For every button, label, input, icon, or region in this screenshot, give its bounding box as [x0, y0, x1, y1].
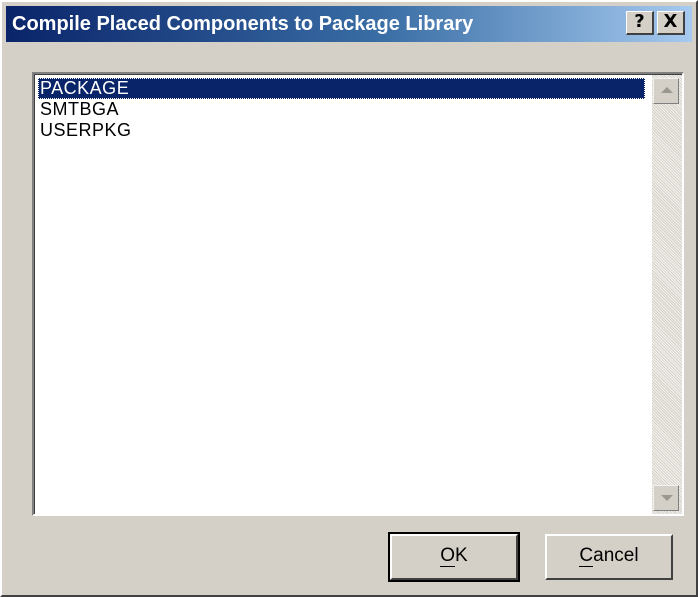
list-item-smtbga[interactable]: SMTBGA	[38, 99, 645, 120]
help-icon: ?	[634, 11, 645, 32]
cancel-button[interactable]: Cancel	[545, 534, 673, 580]
list-item-userpkg[interactable]: USERPKG	[38, 120, 645, 141]
list-items: PACKAGE SMTBGA USERPKG	[38, 78, 645, 141]
dialog-window: Compile Placed Components to Package Lib…	[0, 0, 698, 597]
arrow-up-icon	[661, 87, 673, 93]
title-bar[interactable]: Compile Placed Components to Package Lib…	[6, 6, 692, 42]
ok-label-rest: K	[455, 545, 468, 566]
cancel-mnemonic: C	[579, 545, 594, 567]
ok-button[interactable]: OK	[388, 532, 520, 582]
cancel-label-rest: ancel	[593, 545, 639, 566]
help-button[interactable]: ?	[626, 11, 654, 35]
close-button[interactable]: X	[657, 11, 685, 35]
close-icon: X	[663, 11, 678, 32]
dialog-title: Compile Placed Components to Package Lib…	[12, 13, 474, 35]
vertical-scrollbar[interactable]	[652, 75, 682, 514]
scroll-down-button[interactable]	[653, 485, 679, 511]
scroll-up-button[interactable]	[653, 78, 679, 104]
list-frame: PACKAGE SMTBGA USERPKG	[34, 74, 682, 514]
arrow-down-icon	[661, 495, 673, 501]
list-item-package[interactable]: PACKAGE	[38, 78, 645, 99]
ok-mnemonic: O	[440, 545, 456, 567]
package-library-list[interactable]: PACKAGE SMTBGA USERPKG	[32, 72, 684, 516]
